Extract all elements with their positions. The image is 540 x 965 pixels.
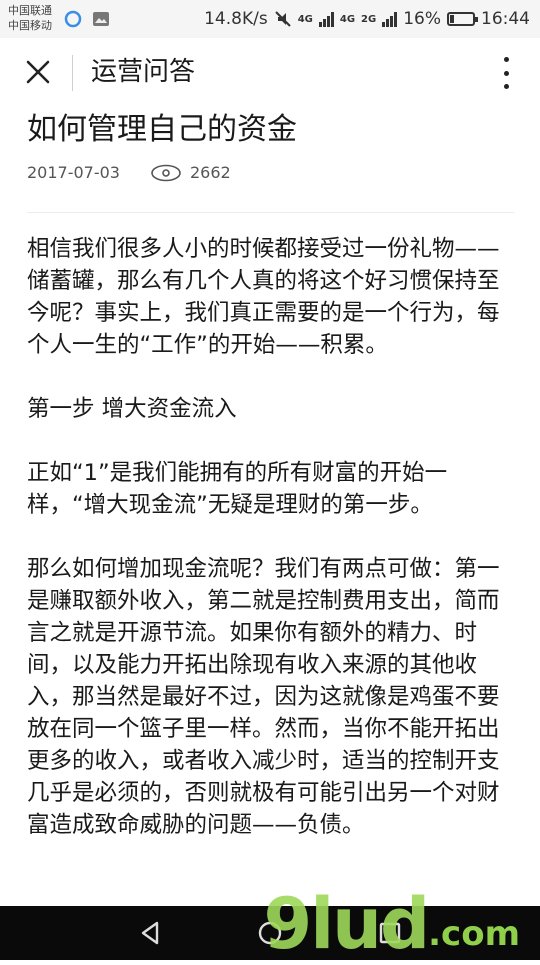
app-header: 运营问答 [0, 44, 540, 104]
carrier-2-label: 中国移动 [8, 19, 52, 32]
battery-percent: 16% [403, 9, 441, 29]
paragraph: 那么如何增加现金流呢？我们有两点可做：第一是赚取额外收入，第二就是控制费用支出，… [27, 556, 500, 838]
status-bar-right: 14.8K/s 4G 4G 2G 16% 16:44 [204, 0, 530, 38]
more-vertical-icon [503, 57, 509, 62]
header-title: 运营问答 [91, 57, 196, 87]
signal-2-icon [382, 11, 398, 27]
gallery-notification-icon [93, 12, 109, 26]
watermark-main: 9lud [263, 883, 430, 965]
site-watermark: 9lud .com [263, 882, 520, 960]
paragraph: 正如“1”是我们能拥有的所有财富的开始一样，“增大现金流”无疑是理财的第一步。 [27, 460, 448, 518]
close-icon [26, 60, 50, 84]
article-title: 如何管理自己的资金 [27, 112, 297, 147]
meta-divider [27, 212, 514, 213]
signal-1-icon [318, 11, 334, 27]
network-speed: 14.8K/s [204, 9, 268, 29]
notification-app-icon [64, 10, 82, 28]
paragraph: 相信我们很多人小的时候都接受过一份礼物——储蓄罐，那么有几个人真的将这个好习惯保… [27, 236, 500, 358]
status-bar: 中国联通 中国移动 14.8K/s 4G 4G 2G 16% 16:44 [0, 0, 540, 38]
carrier-1-label: 中国联通 [8, 4, 52, 17]
publish-date: 2017-07-03 [27, 163, 120, 182]
section-heading: 第一步 增大资金流入 [27, 396, 237, 422]
mute-icon [274, 11, 291, 27]
article-body: 相信我们很多人小的时候都接受过一份礼物——储蓄罐，那么有几个人真的将这个好习惯保… [27, 233, 514, 873]
network-type-3: 2G [361, 13, 377, 25]
header-divider [72, 55, 73, 91]
view-count: 2662 [189, 163, 231, 182]
eye-icon [151, 164, 181, 182]
battery-icon [447, 12, 478, 26]
network-type-1: 4G [297, 13, 313, 25]
clock: 16:44 [481, 9, 530, 29]
carrier-labels: 中国联通 中国移动 [8, 3, 52, 33]
watermark-suffix: .com [428, 914, 520, 954]
network-type-2: 4G [339, 13, 356, 25]
article-meta: 2017-07-03 2662 [27, 162, 231, 184]
back-nav-icon[interactable] [135, 918, 165, 948]
more-options-button[interactable] [494, 54, 518, 92]
close-button[interactable] [20, 54, 56, 90]
